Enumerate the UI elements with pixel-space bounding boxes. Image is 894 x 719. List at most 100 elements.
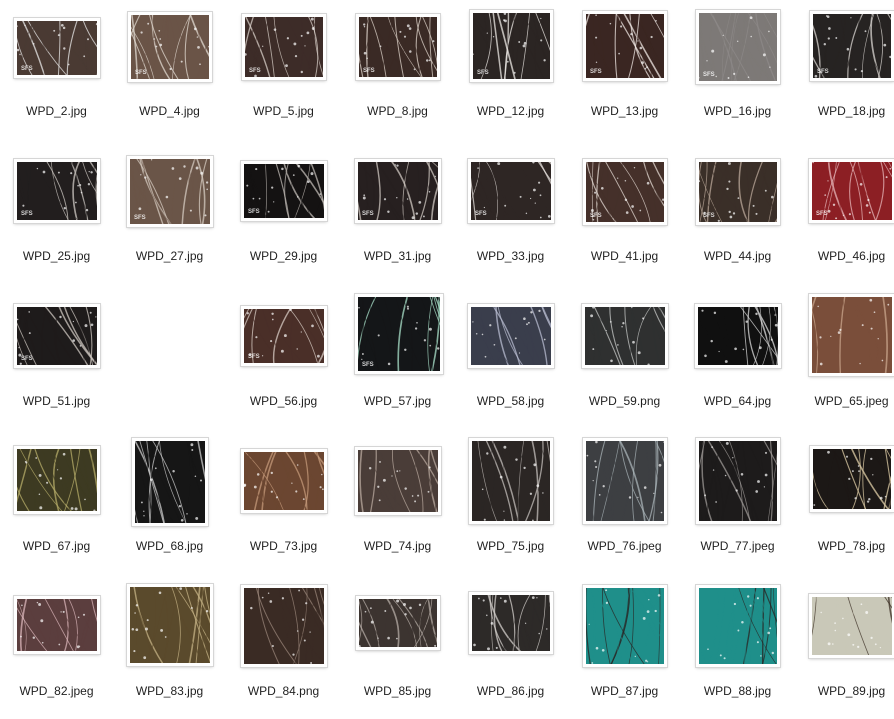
file-thumbnail[interactable] xyxy=(14,446,100,514)
file-name-label[interactable]: WPD_27.jpg xyxy=(113,249,226,263)
file-name-label[interactable]: WPD_13.jpg xyxy=(568,104,681,118)
file-item[interactable]: WPD_83.jpg xyxy=(113,580,226,719)
file-item[interactable]: SFS WPD_56.jpg xyxy=(227,290,340,435)
file-item[interactable]: WPD_85.jpg xyxy=(341,580,454,719)
file-name-label[interactable]: WPD_31.jpg xyxy=(341,249,454,263)
file-thumbnail[interactable]: SFS xyxy=(696,159,780,225)
file-name-label[interactable]: WPD_33.jpg xyxy=(454,249,567,263)
file-name-label[interactable]: WPD_73.jpg xyxy=(227,539,340,553)
file-thumbnail[interactable] xyxy=(810,446,894,512)
file-name-label[interactable]: WPD_82.jpeg xyxy=(0,684,113,698)
file-item[interactable]: SFS WPD_44.jpg xyxy=(681,145,794,290)
file-thumbnail[interactable] xyxy=(132,438,208,526)
file-name-label[interactable]: WPD_25.jpg xyxy=(0,249,113,263)
file-item[interactable]: SFS WPD_4.jpg xyxy=(113,0,226,145)
file-item[interactable]: WPD_84.png xyxy=(227,580,340,719)
file-thumbnail[interactable]: SFS xyxy=(355,159,441,223)
file-item[interactable]: SFS WPD_57.jpg xyxy=(341,290,454,435)
file-name-label[interactable]: WPD_4.jpg xyxy=(113,104,226,118)
file-item[interactable]: SFS WPD_5.jpg xyxy=(227,0,340,145)
file-name-label[interactable]: WPD_78.jpg xyxy=(795,539,894,553)
file-item[interactable]: WPD_89.jpg xyxy=(795,580,894,719)
file-thumbnail[interactable] xyxy=(356,596,440,650)
file-name-label[interactable]: WPD_12.jpg xyxy=(454,104,567,118)
file-item[interactable]: WPD_76.jpeg xyxy=(568,435,681,580)
file-item[interactable]: WPD_88.jpg xyxy=(681,580,794,719)
file-name-label[interactable]: WPD_84.png xyxy=(227,684,340,698)
file-item[interactable]: SFS WPD_13.jpg xyxy=(568,0,681,145)
file-item[interactable]: WPD_68.jpg xyxy=(113,435,226,580)
file-thumbnail[interactable] xyxy=(14,596,100,654)
file-thumbnail[interactable]: SFS xyxy=(468,159,554,223)
file-thumbnail[interactable]: SFS xyxy=(241,161,327,221)
file-thumbnail[interactable]: SFS xyxy=(470,10,553,82)
file-name-label[interactable]: WPD_87.jpg xyxy=(568,684,681,698)
file-thumbnail[interactable] xyxy=(127,584,213,666)
file-name-label[interactable]: WPD_58.jpg xyxy=(454,394,567,408)
file-item[interactable]: WPD_75.jpg xyxy=(454,435,567,580)
file-thumbnail[interactable] xyxy=(241,449,327,513)
file-item[interactable]: WPD_78.jpg xyxy=(795,435,894,580)
file-name-label[interactable]: WPD_44.jpg xyxy=(681,249,794,263)
file-thumbnail[interactable]: SFS xyxy=(696,10,780,84)
file-name-label[interactable]: WPD_76.jpeg xyxy=(568,539,681,553)
file-name-label[interactable]: WPD_8.jpg xyxy=(341,104,454,118)
file-thumbnail[interactable]: SFS xyxy=(355,294,443,374)
file-name-label[interactable]: WPD_59.png xyxy=(568,394,681,408)
file-item[interactable]: SFS WPD_16.jpg xyxy=(681,0,794,145)
file-item[interactable]: SFS WPD_51.jpg xyxy=(0,290,113,435)
file-name-label[interactable]: WPD_75.jpg xyxy=(454,539,567,553)
file-thumbnail[interactable]: SFS xyxy=(809,159,894,223)
file-name-label[interactable]: WPD_41.jpg xyxy=(568,249,681,263)
file-thumbnail[interactable] xyxy=(695,304,781,368)
file-name-label[interactable]: WPD_51.jpg xyxy=(0,394,113,408)
file-thumbnail[interactable]: SFS xyxy=(810,11,894,81)
file-thumbnail[interactable]: SFS xyxy=(356,14,440,80)
file-item[interactable]: WPD_74.jpg xyxy=(341,435,454,580)
file-name-label[interactable]: WPD_74.jpg xyxy=(341,539,454,553)
file-item[interactable]: WPD_86.jpg xyxy=(454,580,567,719)
file-name-label[interactable]: WPD_85.jpg xyxy=(341,684,454,698)
file-item[interactable]: WPD_73.jpg xyxy=(227,435,340,580)
file-item[interactable]: SFS WPD_25.jpg xyxy=(0,145,113,290)
file-name-label[interactable]: WPD_68.jpg xyxy=(113,539,226,553)
file-thumbnail[interactable]: SFS xyxy=(127,156,213,227)
file-thumbnail[interactable] xyxy=(469,592,553,654)
file-thumbnail[interactable]: SFS xyxy=(14,159,100,223)
file-name-label[interactable]: WPD_5.jpg xyxy=(227,104,340,118)
file-name-label[interactable]: WPD_29.jpg xyxy=(227,249,340,263)
file-thumbnail[interactable] xyxy=(696,438,780,524)
file-name-label[interactable]: WPD_46.jpg xyxy=(795,249,894,263)
file-thumbnail[interactable] xyxy=(809,594,894,658)
file-name-label[interactable]: WPD_88.jpg xyxy=(681,684,794,698)
file-thumbnail[interactable] xyxy=(583,585,667,667)
file-item[interactable]: SFS WPD_2.jpg xyxy=(0,0,113,145)
file-item[interactable]: SFS WPD_29.jpg xyxy=(227,145,340,290)
file-name-label[interactable]: WPD_2.jpg xyxy=(0,104,113,118)
file-thumbnail[interactable] xyxy=(241,585,327,667)
file-name-label[interactable]: WPD_67.jpg xyxy=(0,539,113,553)
file-name-label[interactable]: WPD_64.jpg xyxy=(681,394,794,408)
file-name-label[interactable]: WPD_65.jpeg xyxy=(795,394,894,408)
file-name-label[interactable]: WPD_18.jpg xyxy=(795,104,894,118)
file-item[interactable]: SFS WPD_41.jpg xyxy=(568,145,681,290)
file-item[interactable]: WPD_65.jpeg xyxy=(795,290,894,435)
file-name-label[interactable]: WPD_83.jpg xyxy=(113,684,226,698)
file-name-label[interactable]: WPD_16.jpg xyxy=(681,104,794,118)
file-item[interactable]: SFS WPD_31.jpg xyxy=(341,145,454,290)
file-item[interactable]: WPD_58.jpg xyxy=(454,290,567,435)
file-item[interactable]: WPD_82.jpeg xyxy=(0,580,113,719)
file-name-label[interactable]: WPD_89.jpg xyxy=(795,684,894,698)
file-item[interactable]: WPD_59.png xyxy=(568,290,681,435)
file-thumbnail[interactable] xyxy=(582,304,668,368)
file-thumbnail[interactable]: SFS xyxy=(128,12,212,82)
file-name-label[interactable]: WPD_86.jpg xyxy=(454,684,567,698)
file-item[interactable]: SFS WPD_46.jpg xyxy=(795,145,894,290)
file-thumbnail[interactable] xyxy=(583,438,667,524)
file-item[interactable]: WPD_87.jpg xyxy=(568,580,681,719)
file-thumbnail[interactable]: SFS xyxy=(14,304,100,368)
file-thumbnail[interactable]: SFS xyxy=(583,159,667,225)
file-name-label[interactable]: WPD_57.jpg xyxy=(341,394,454,408)
file-item[interactable]: WPD_77.jpeg xyxy=(681,435,794,580)
file-item[interactable]: SFS WPD_12.jpg xyxy=(454,0,567,145)
